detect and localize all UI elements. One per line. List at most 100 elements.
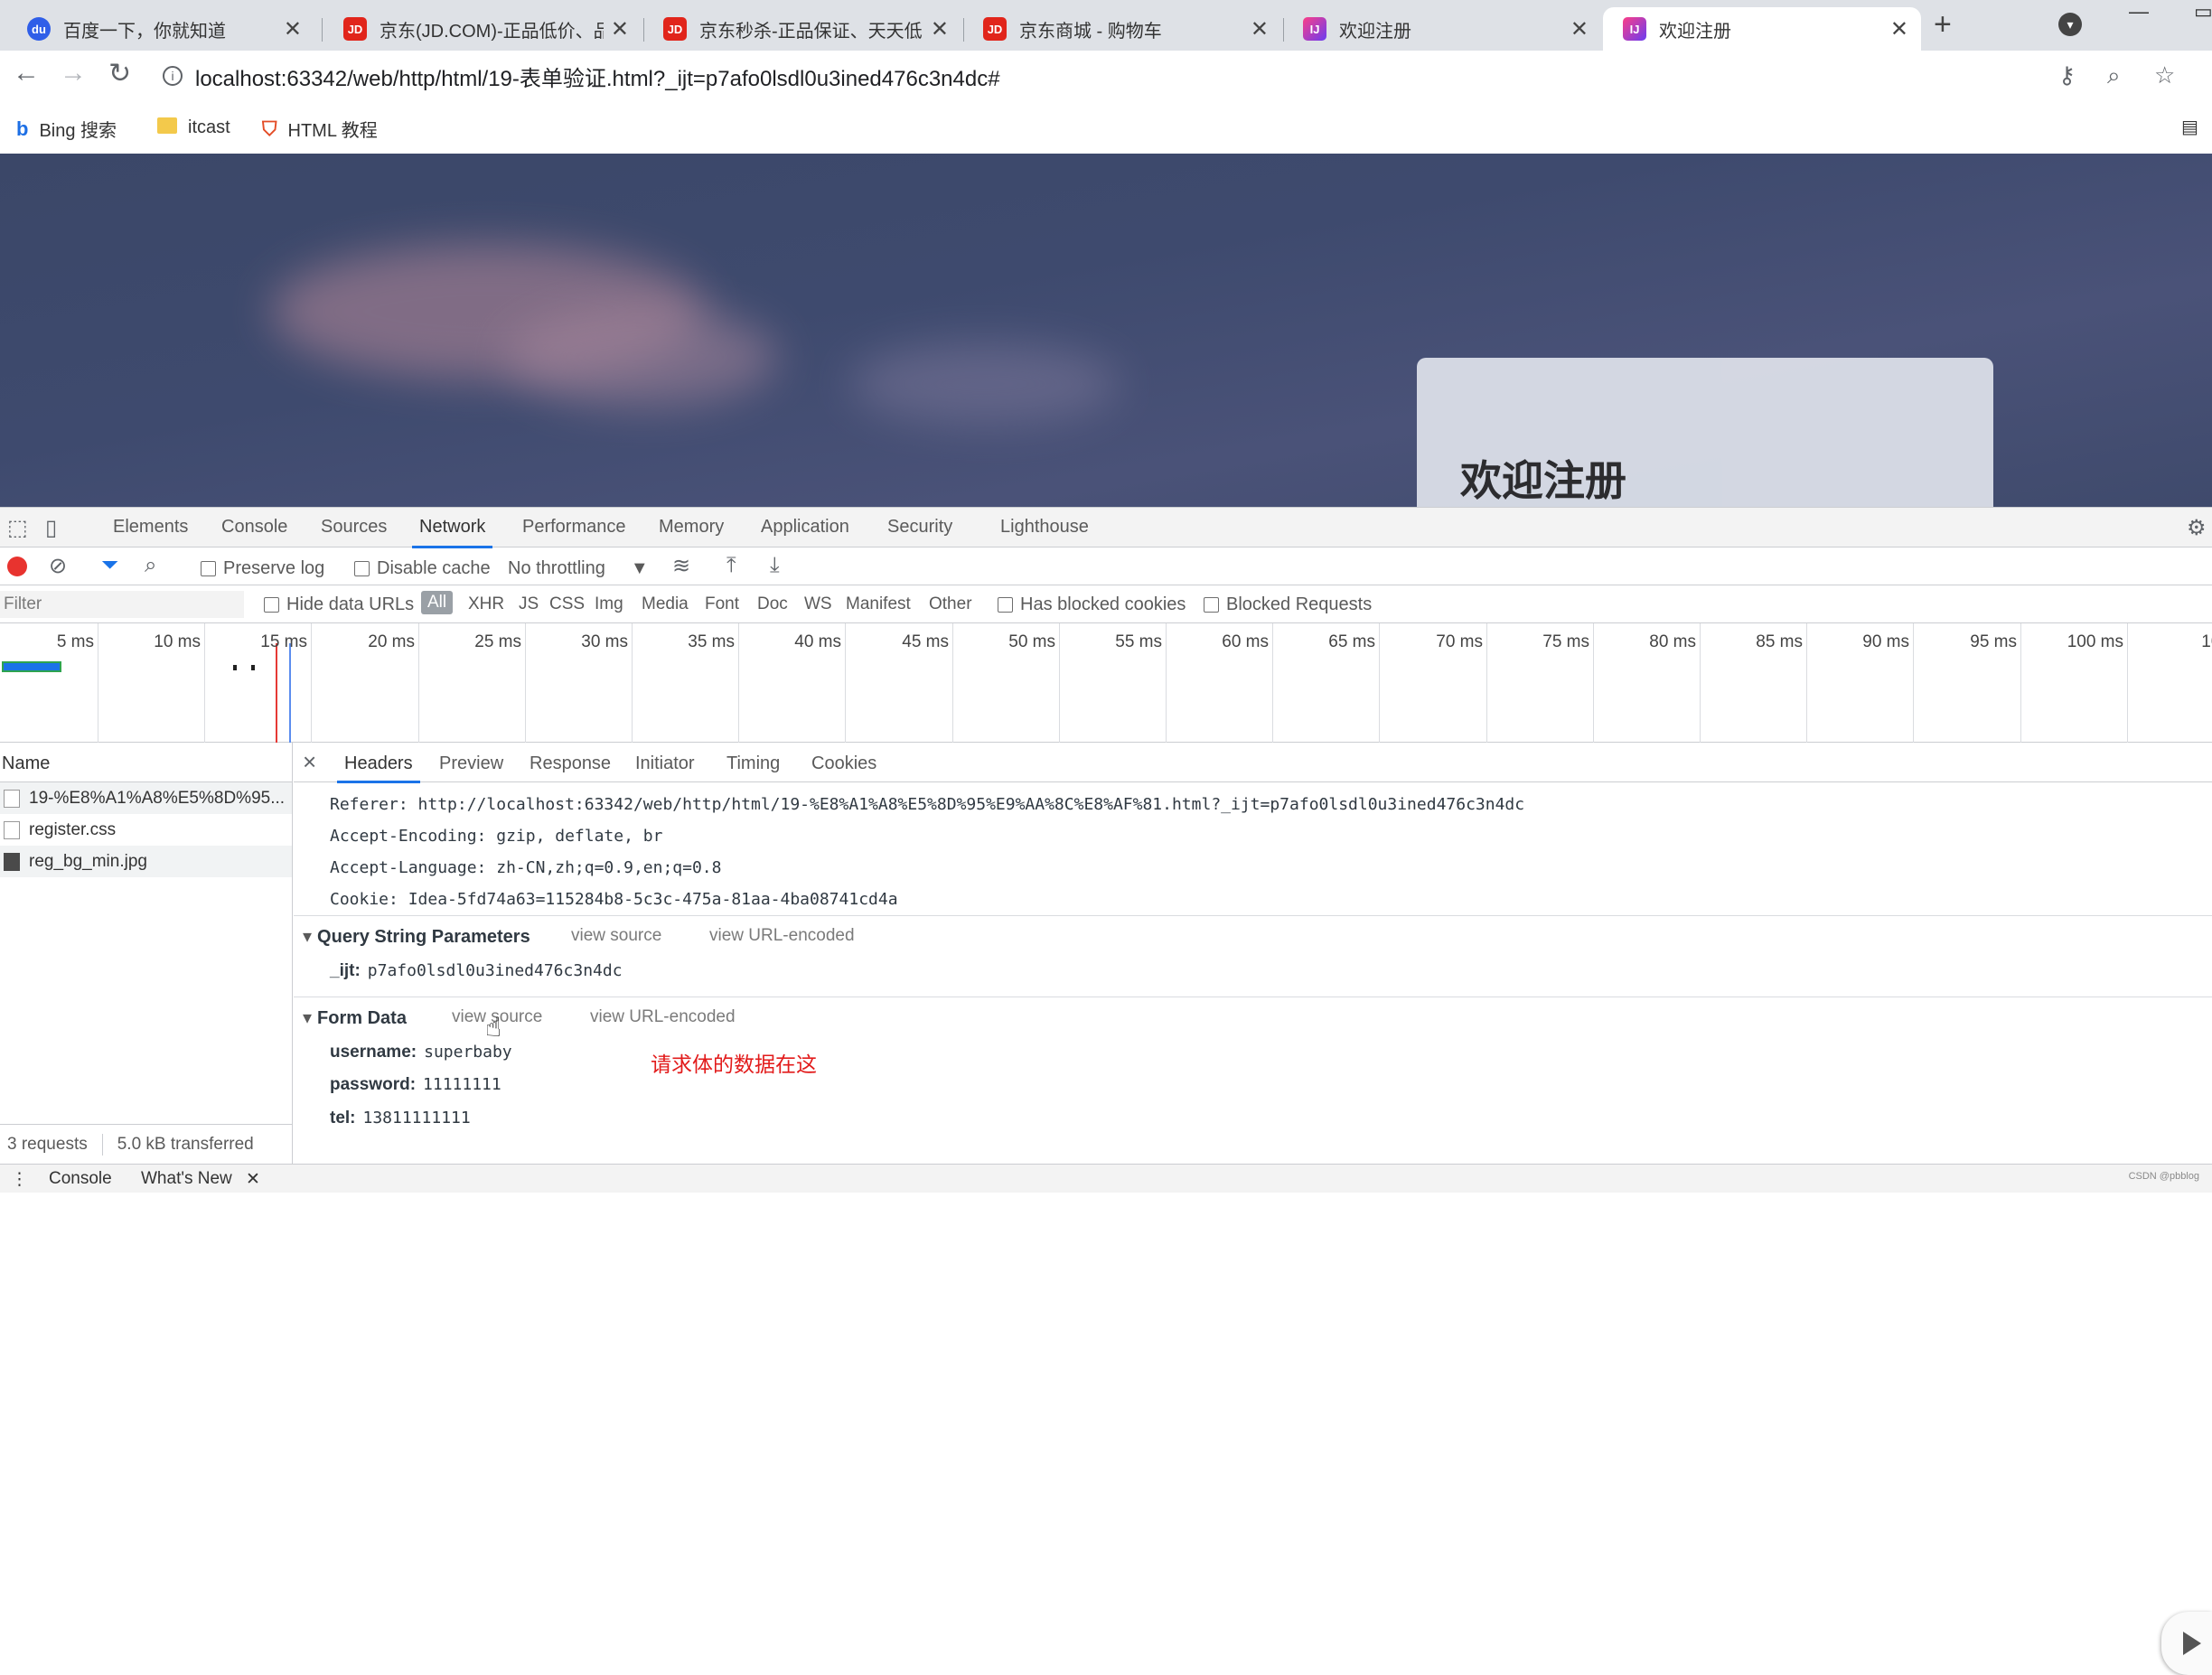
timeline-tick-label: 45 ms	[902, 632, 949, 651]
bookmark-star-icon[interactable]: ☆	[2154, 61, 2175, 89]
hide-data-urls-checkbox[interactable]: Hide data URLs	[264, 594, 414, 615]
settings-gear-icon[interactable]: ⚙	[2187, 515, 2207, 541]
export-har-icon[interactable]: ⤓	[770, 553, 780, 578]
search-icon[interactable]: ⌕	[145, 553, 156, 578]
reload-icon[interactable]: ↻	[108, 58, 131, 89]
view-url-encoded-link[interactable]: view URL-encoded	[709, 926, 855, 946]
request-row[interactable]: 19-%E8%A1%A8%E5%8D%95...	[0, 782, 292, 814]
tab-timing[interactable]: Timing	[726, 753, 780, 774]
close-tab-icon[interactable]: ✕	[611, 16, 629, 42]
address-bar[interactable]: i localhost:63342/web/http/html/19-表单验证.…	[163, 58, 1988, 94]
html5-icon: ⛉	[262, 117, 277, 140]
tab-cookies[interactable]: Cookies	[811, 753, 876, 774]
checkbox-label: Has blocked cookies	[1020, 594, 1186, 614]
tab-response[interactable]: Response	[530, 753, 611, 774]
close-tab-icon[interactable]: ✕	[284, 16, 302, 42]
tab-elements[interactable]: Elements	[113, 517, 188, 538]
checkbox-label: Blocked Requests	[1226, 594, 1373, 614]
type-filter-media[interactable]: Media	[642, 594, 689, 614]
zoom-icon[interactable]: ⌕	[2107, 61, 2121, 90]
type-filter-doc[interactable]: Doc	[757, 594, 788, 614]
request-row[interactable]: register.css	[0, 814, 292, 846]
key-icon[interactable]: ⚷	[2058, 61, 2076, 89]
type-filter-manifest[interactable]: Manifest	[846, 594, 911, 614]
filter-input[interactable]: Filter	[0, 591, 244, 618]
tab-application[interactable]: Application	[761, 517, 849, 538]
document-icon	[4, 789, 20, 808]
type-filter-img[interactable]: Img	[595, 594, 623, 614]
type-filter-all[interactable]: All	[421, 591, 454, 614]
disable-cache-checkbox[interactable]: Disable cache	[354, 558, 491, 579]
play-icon[interactable]	[2161, 1612, 2212, 1675]
timeline-gridline	[2020, 623, 2021, 743]
minimize-icon[interactable]: —	[2129, 0, 2149, 23]
jd-icon: JD	[343, 17, 367, 41]
query-string-title[interactable]: Query String Parameters	[303, 925, 530, 948]
tab-initiator[interactable]: Initiator	[635, 753, 695, 774]
site-info-icon[interactable]: i	[163, 66, 183, 86]
close-icon[interactable]: ✕	[246, 1169, 260, 1190]
form-data-title[interactable]: Form Data	[303, 1006, 407, 1029]
browser-tab[interactable]: JD 京东秒杀-正品保证、天天低 ✕	[643, 7, 961, 51]
type-filter-ws[interactable]: WS	[804, 594, 832, 614]
request-row[interactable]: reg_bg_min.jpg	[0, 846, 292, 877]
request-name: reg_bg_min.jpg	[29, 851, 147, 871]
tab-console[interactable]: Console	[221, 517, 287, 538]
tab-sources[interactable]: Sources	[321, 517, 387, 538]
preserve-log-checkbox[interactable]: Preserve log	[201, 558, 324, 579]
inspect-element-icon[interactable]: ⬚	[7, 515, 28, 541]
view-url-encoded-link[interactable]: view URL-encoded	[590, 1007, 736, 1027]
type-filter-font[interactable]: Font	[705, 594, 739, 614]
drawer-tab-whats-new[interactable]: What's New	[141, 1169, 232, 1189]
close-tab-icon[interactable]: ✕	[1251, 16, 1269, 42]
has-blocked-cookies-checkbox[interactable]: Has blocked cookies	[998, 594, 1186, 615]
tab-search-icon[interactable]: ▾	[2058, 13, 2082, 36]
browser-tab-active[interactable]: IJ 欢迎注册 ✕	[1603, 7, 1921, 51]
network-conditions-icon[interactable]: ≋	[672, 553, 690, 579]
maximize-icon[interactable]: ▭	[2194, 0, 2212, 23]
close-icon[interactable]: ×	[303, 748, 316, 776]
close-tab-icon[interactable]: ✕	[931, 16, 949, 42]
clear-icon[interactable]: ⊘	[49, 553, 67, 579]
browser-tab[interactable]: JD 京东(JD.COM)-正品低价、品 ✕	[323, 7, 642, 51]
tab-network[interactable]: Network	[411, 517, 493, 548]
reading-list-icon[interactable]: ▤	[2181, 116, 2198, 138]
back-icon[interactable]: ←	[13, 58, 40, 89]
browser-tab[interactable]: JD 京东商城 - 购物车 ✕	[963, 7, 1281, 51]
browser-tab[interactable]: IJ 欢迎注册 ✕	[1283, 7, 1601, 51]
bookmark-html[interactable]: ⛉ HTML 教程	[262, 116, 378, 142]
tab-headers[interactable]: Headers	[337, 753, 420, 783]
tab-preview[interactable]: Preview	[439, 753, 503, 774]
drawer-menu-icon[interactable]: ⋮	[11, 1169, 28, 1190]
bookmark-itcast[interactable]: itcast	[157, 116, 230, 139]
import-har-icon[interactable]: ⤒	[726, 553, 736, 578]
timeline-gridline	[1059, 623, 1060, 743]
network-overview-timeline[interactable]: 5 ms 10 ms 15 ms 20 ms 25 ms 30 ms 35 ms 40 ms 4…	[0, 623, 2212, 743]
tab-memory[interactable]: Memory	[659, 517, 724, 538]
timeline-dot	[233, 665, 237, 670]
type-filter-css[interactable]: CSS	[549, 594, 585, 614]
new-tab-button[interactable]: +	[1934, 7, 1952, 42]
type-filter-js[interactable]: JS	[519, 594, 539, 614]
close-tab-icon[interactable]: ✕	[1890, 16, 1908, 42]
close-tab-icon[interactable]: ✕	[1570, 16, 1589, 42]
record-button[interactable]	[7, 557, 27, 576]
name-column-header[interactable]: Name	[0, 743, 292, 782]
tab-lighthouse[interactable]: Lighthouse	[1000, 517, 1089, 538]
blocked-requests-checkbox[interactable]: Blocked Requests	[1204, 594, 1372, 615]
device-toolbar-icon[interactable]: ▯	[45, 515, 57, 541]
type-filter-other[interactable]: Other	[929, 594, 972, 614]
tab-performance[interactable]: Performance	[522, 517, 626, 538]
checkbox-label: Hide data URLs	[286, 594, 415, 614]
view-source-link[interactable]: view source	[571, 926, 661, 946]
throttling-select[interactable]: No throttling ▼	[508, 558, 649, 579]
drawer-tab-console[interactable]: Console	[49, 1169, 112, 1189]
filter-icon[interactable]: ⏷	[101, 553, 118, 578]
tab-title: 京东秒杀-正品保证、天天低	[699, 21, 923, 42]
type-filter-xhr[interactable]: XHR	[468, 594, 504, 614]
forward-icon[interactable]: →	[60, 58, 87, 89]
checkbox-box	[201, 561, 216, 576]
browser-tab[interactable]: du 百度一下，你就知道 ✕	[7, 7, 314, 51]
tab-security[interactable]: Security	[887, 517, 952, 538]
bookmark-bing[interactable]: b Bing 搜索	[16, 116, 117, 142]
